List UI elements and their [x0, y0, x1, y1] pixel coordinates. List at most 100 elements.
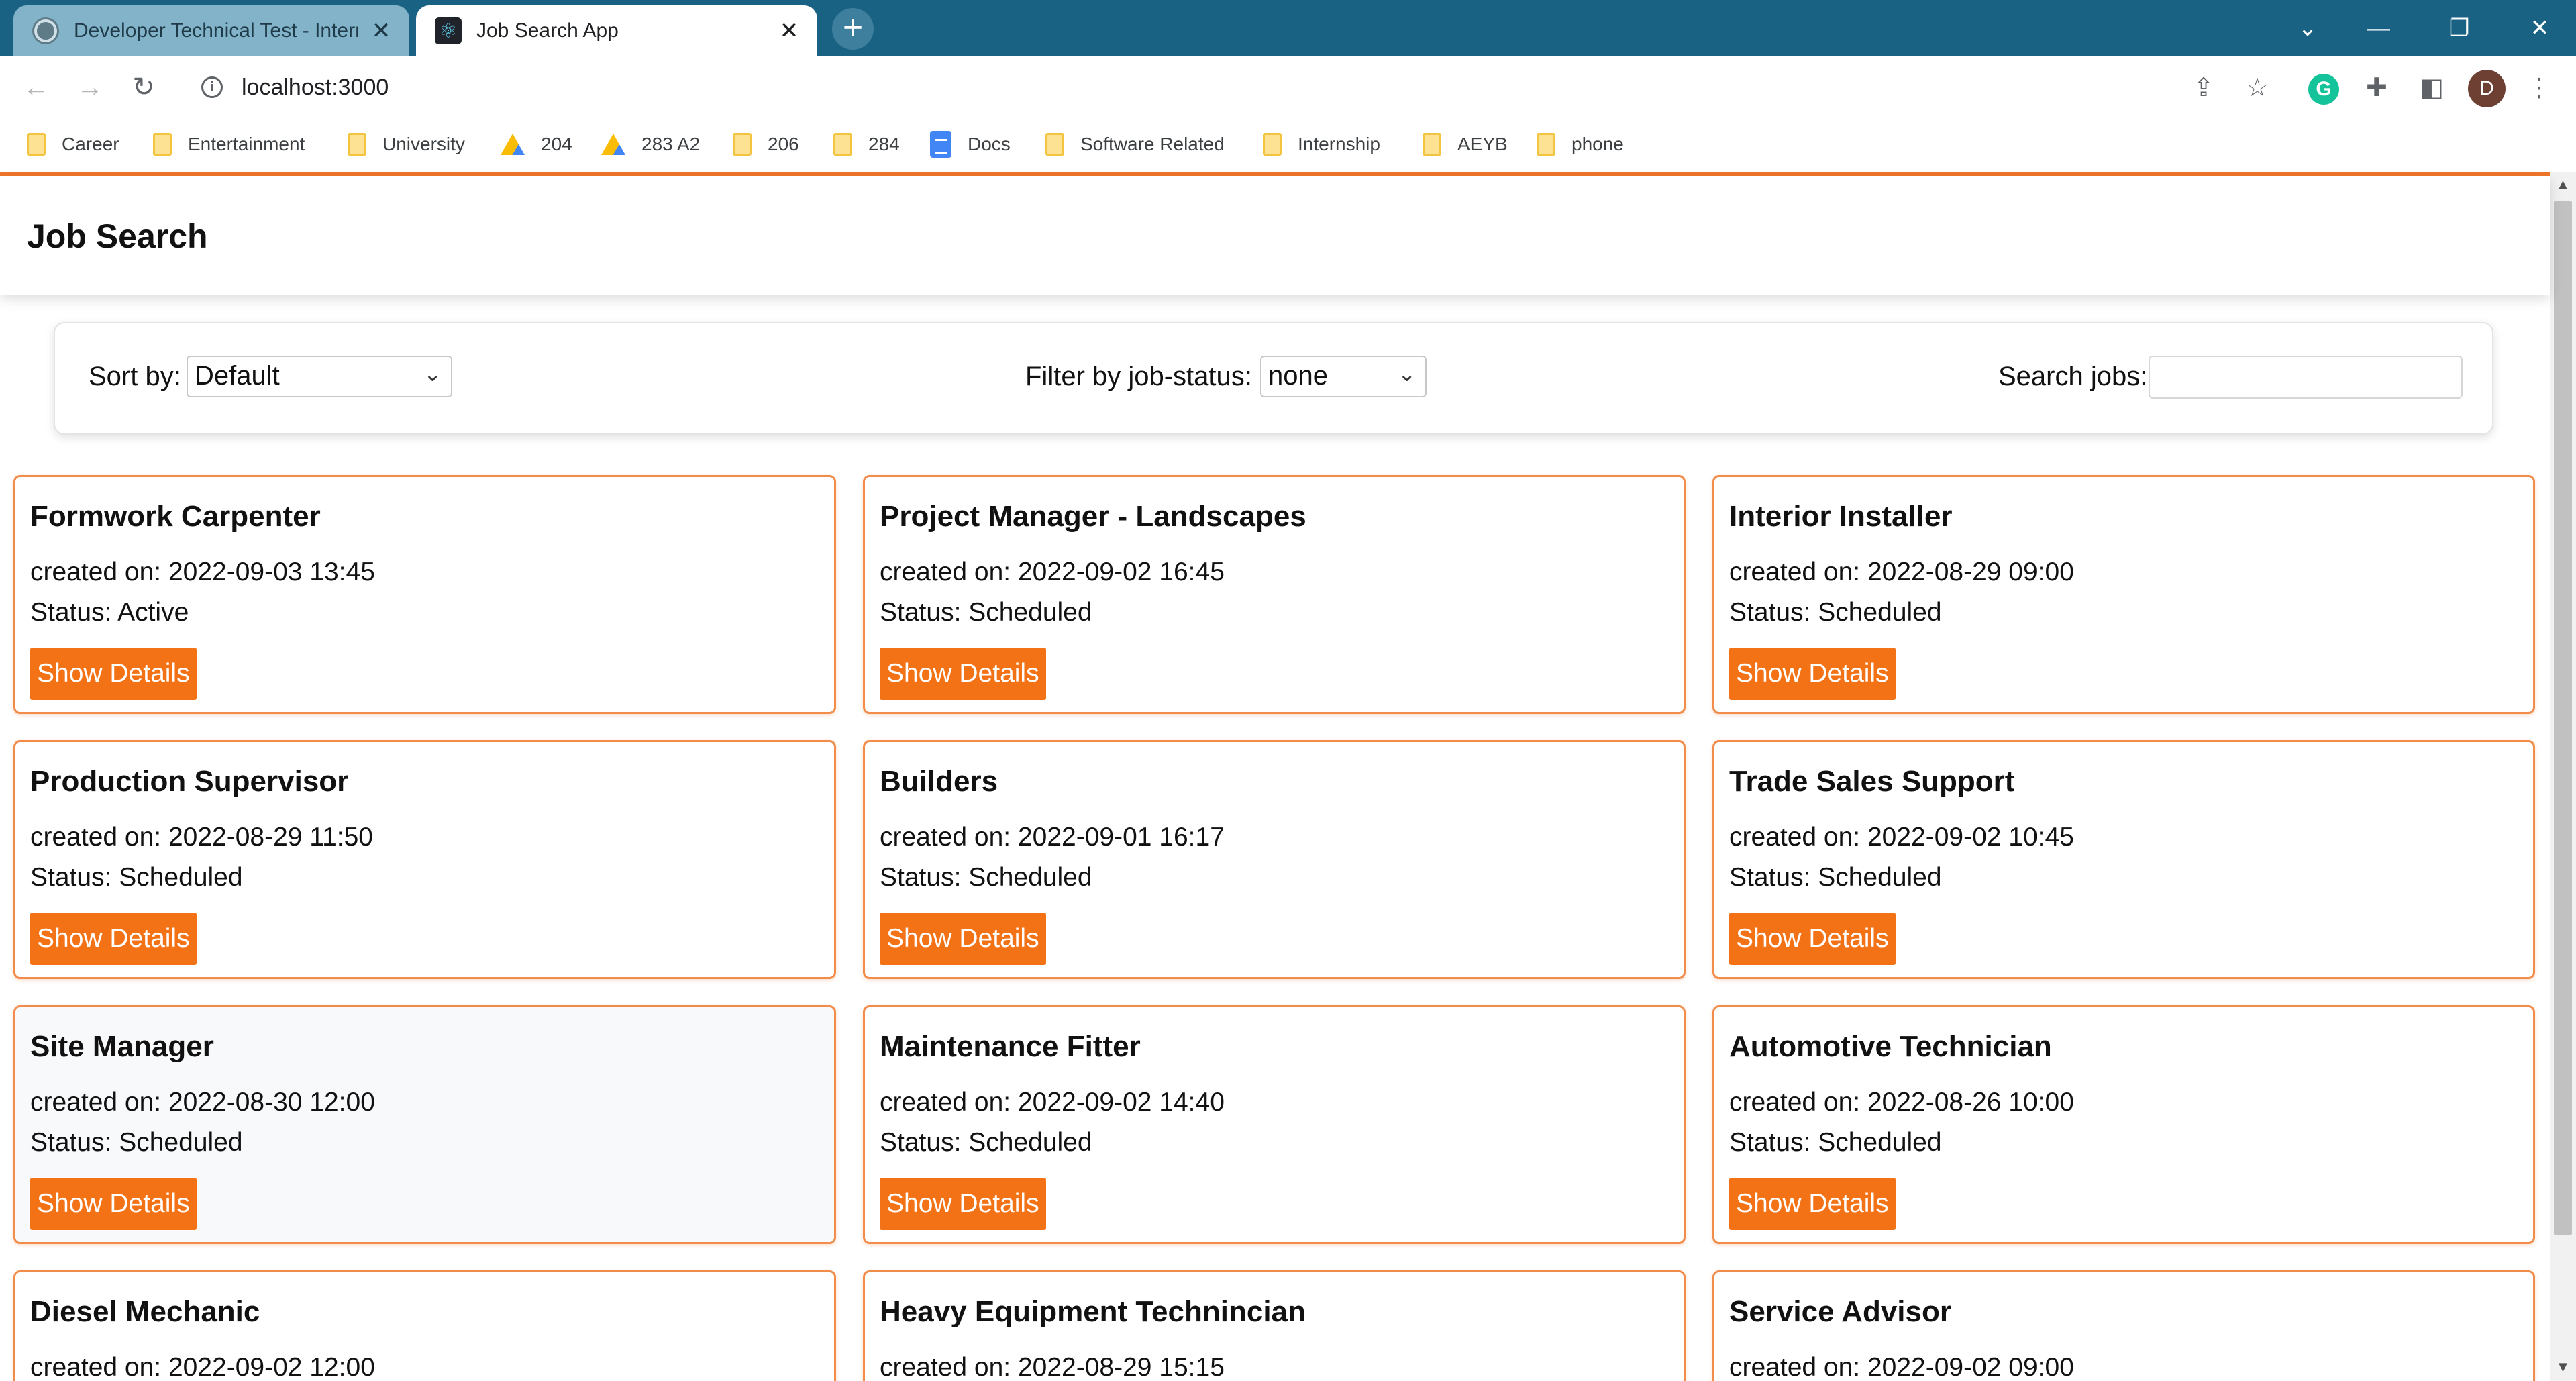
close-tab-icon[interactable]: ✕ [777, 17, 801, 44]
page-scrollbar[interactable]: ▲ ▼ [2550, 172, 2576, 1381]
job-card: Service Advisor created on: 2022-09-02 0… [1712, 1270, 2535, 1381]
tab-title: Developer Technical Test - Intern [74, 19, 358, 42]
job-title: Service Advisor [1729, 1295, 1951, 1328]
minimize-window-button[interactable]: — [2349, 0, 2409, 56]
tab-search-chevron-down-icon[interactable]: ⌄ [2277, 0, 2338, 56]
bookmark-label: Internship [1298, 134, 1380, 154]
search-jobs-input[interactable] [2149, 356, 2463, 399]
show-details-button[interactable]: Show Details [880, 1178, 1046, 1230]
bookmark-aeyb[interactable]: AEYB [1423, 129, 1508, 160]
job-status: Status: Scheduled [880, 863, 1092, 892]
show-details-button[interactable]: Show Details [30, 1178, 197, 1230]
bookmark-284[interactable]: 284 [833, 129, 900, 160]
share-icon[interactable]: ⇪ [2185, 68, 2222, 106]
globe-icon [32, 17, 59, 44]
more-menu-icon[interactable]: ⋮ [2520, 68, 2558, 106]
show-details-button[interactable]: Show Details [880, 913, 1046, 965]
bookmark-204[interactable]: 204 [501, 129, 572, 160]
job-card: Automotive Technician created on: 2022-0… [1712, 1005, 2535, 1244]
job-card: Maintenance Fitter created on: 2022-09-0… [863, 1005, 1686, 1244]
filter-status-select-value: none [1268, 361, 1328, 391]
google-docs-icon [930, 131, 951, 158]
profile-avatar[interactable]: D [2468, 70, 2506, 107]
site-info-icon[interactable]: i [201, 76, 223, 98]
job-created-date: created on: 2022-08-29 15:15 [880, 1353, 1225, 1381]
job-title: Production Supervisor [30, 765, 349, 798]
bookmark-software-related[interactable]: Software Related [1045, 129, 1225, 160]
bookmark-label: Entertainment [188, 134, 305, 154]
bookmark-docs[interactable]: Docs [930, 129, 1011, 160]
filter-panel: Sort by: Default ⌄ Filter by job-status:… [54, 322, 2493, 435]
bookmark-label: AEYB [1457, 134, 1508, 154]
browser-toolbar: ← → ↻ i localhost:3000 ⇪ ☆ ✚ ◧ ⋮ [0, 56, 2576, 118]
show-details-button[interactable]: Show Details [1729, 648, 1896, 700]
job-card: Builders created on: 2022-09-01 16:17 St… [863, 740, 1686, 979]
new-tab-button[interactable]: + [832, 8, 874, 50]
show-details-button[interactable]: Show Details [880, 648, 1046, 700]
job-created-date: created on: 2022-08-26 10:00 [1729, 1088, 2074, 1117]
folder-icon [27, 133, 46, 156]
bookmark-206[interactable]: 206 [733, 129, 799, 160]
bookmark-star-icon[interactable]: ☆ [2238, 68, 2276, 106]
page-title: Job Search [27, 217, 208, 255]
back-arrow-icon[interactable]: ← [17, 68, 55, 106]
bookmark-phone[interactable]: phone [1537, 129, 1624, 160]
bookmark-internship[interactable]: Internship [1263, 129, 1380, 160]
grammarly-extension-icon[interactable]: G [2308, 74, 2339, 105]
job-title: Site Manager [30, 1030, 214, 1063]
sort-select[interactable]: Default ⌄ [187, 356, 452, 397]
job-status: Status: Scheduled [1729, 1128, 1942, 1157]
scroll-down-arrow-icon[interactable]: ▼ [2550, 1356, 2576, 1378]
forward-arrow-icon[interactable]: → [71, 68, 109, 106]
job-title: Automotive Technician [1729, 1030, 2052, 1063]
job-status: Status: Active [30, 598, 189, 627]
job-title: Maintenance Fitter [880, 1030, 1141, 1063]
job-card: Production Supervisor created on: 2022-0… [13, 740, 836, 979]
show-details-button[interactable]: Show Details [30, 648, 197, 700]
extensions-puzzle-icon[interactable]: ✚ [2358, 68, 2395, 106]
job-created-date: created on: 2022-09-02 16:45 [880, 558, 1225, 586]
restore-window-button[interactable]: ❐ [2429, 0, 2489, 56]
browser-tab-job-search-app[interactable]: ⚛ Job Search App ✕ [416, 5, 817, 56]
side-panel-icon[interactable]: ◧ [2413, 68, 2451, 106]
job-title: Trade Sales Support [1729, 765, 2015, 798]
job-status: Status: Scheduled [1729, 863, 1942, 892]
job-created-date: created on: 2022-09-02 12:00 [30, 1353, 375, 1381]
folder-icon [1045, 133, 1064, 156]
browser-tab-developer-test[interactable]: Developer Technical Test - Intern ✕ [13, 5, 409, 56]
job-card: Site Manager created on: 2022-08-30 12:0… [13, 1005, 836, 1244]
bookmark-283-a2[interactable]: 283 A2 [601, 129, 700, 160]
folder-icon [1537, 133, 1555, 156]
google-drive-icon [501, 134, 525, 155]
job-title: Formwork Carpenter [30, 500, 321, 533]
bookmark-label: Software Related [1080, 134, 1225, 154]
folder-icon [833, 133, 852, 156]
show-details-button[interactable]: Show Details [1729, 913, 1896, 965]
app-header: Job Search [0, 176, 2550, 295]
job-title: Interior Installer [1729, 500, 1953, 533]
reload-icon[interactable]: ↻ [125, 68, 162, 106]
close-window-button[interactable]: ✕ [2510, 0, 2570, 56]
job-status: Status: Scheduled [1729, 598, 1942, 627]
job-card: Heavy Equipment Technincian created on: … [863, 1270, 1686, 1381]
job-title: Builders [880, 765, 998, 798]
bookmark-label: 206 [768, 134, 799, 154]
tab-title: Job Search App [476, 19, 619, 42]
filter-status-label: Filter by job-status: [1025, 362, 1252, 391]
show-details-button[interactable]: Show Details [1729, 1178, 1896, 1230]
job-title: Heavy Equipment Technincian [880, 1295, 1306, 1328]
show-details-button[interactable]: Show Details [30, 913, 197, 965]
bookmarks-bar: Career Entertainment University 204 283 … [0, 118, 2576, 172]
scroll-up-arrow-icon[interactable]: ▲ [2550, 173, 2576, 196]
bookmark-label: phone [1572, 134, 1624, 154]
scrollbar-thumb[interactable] [2554, 201, 2572, 1235]
address-bar[interactable]: i localhost:3000 [181, 66, 2194, 109]
filter-status-select[interactable]: none ⌄ [1260, 356, 1427, 397]
close-tab-icon[interactable]: ✕ [369, 17, 393, 44]
bookmark-entertainment[interactable]: Entertainment [153, 129, 305, 160]
job-card: Interior Installer created on: 2022-08-2… [1712, 475, 2535, 714]
bookmark-career[interactable]: Career [27, 129, 119, 160]
bookmark-label: 283 A2 [641, 134, 701, 154]
google-drive-icon [601, 134, 625, 155]
bookmark-university[interactable]: University [348, 129, 465, 160]
